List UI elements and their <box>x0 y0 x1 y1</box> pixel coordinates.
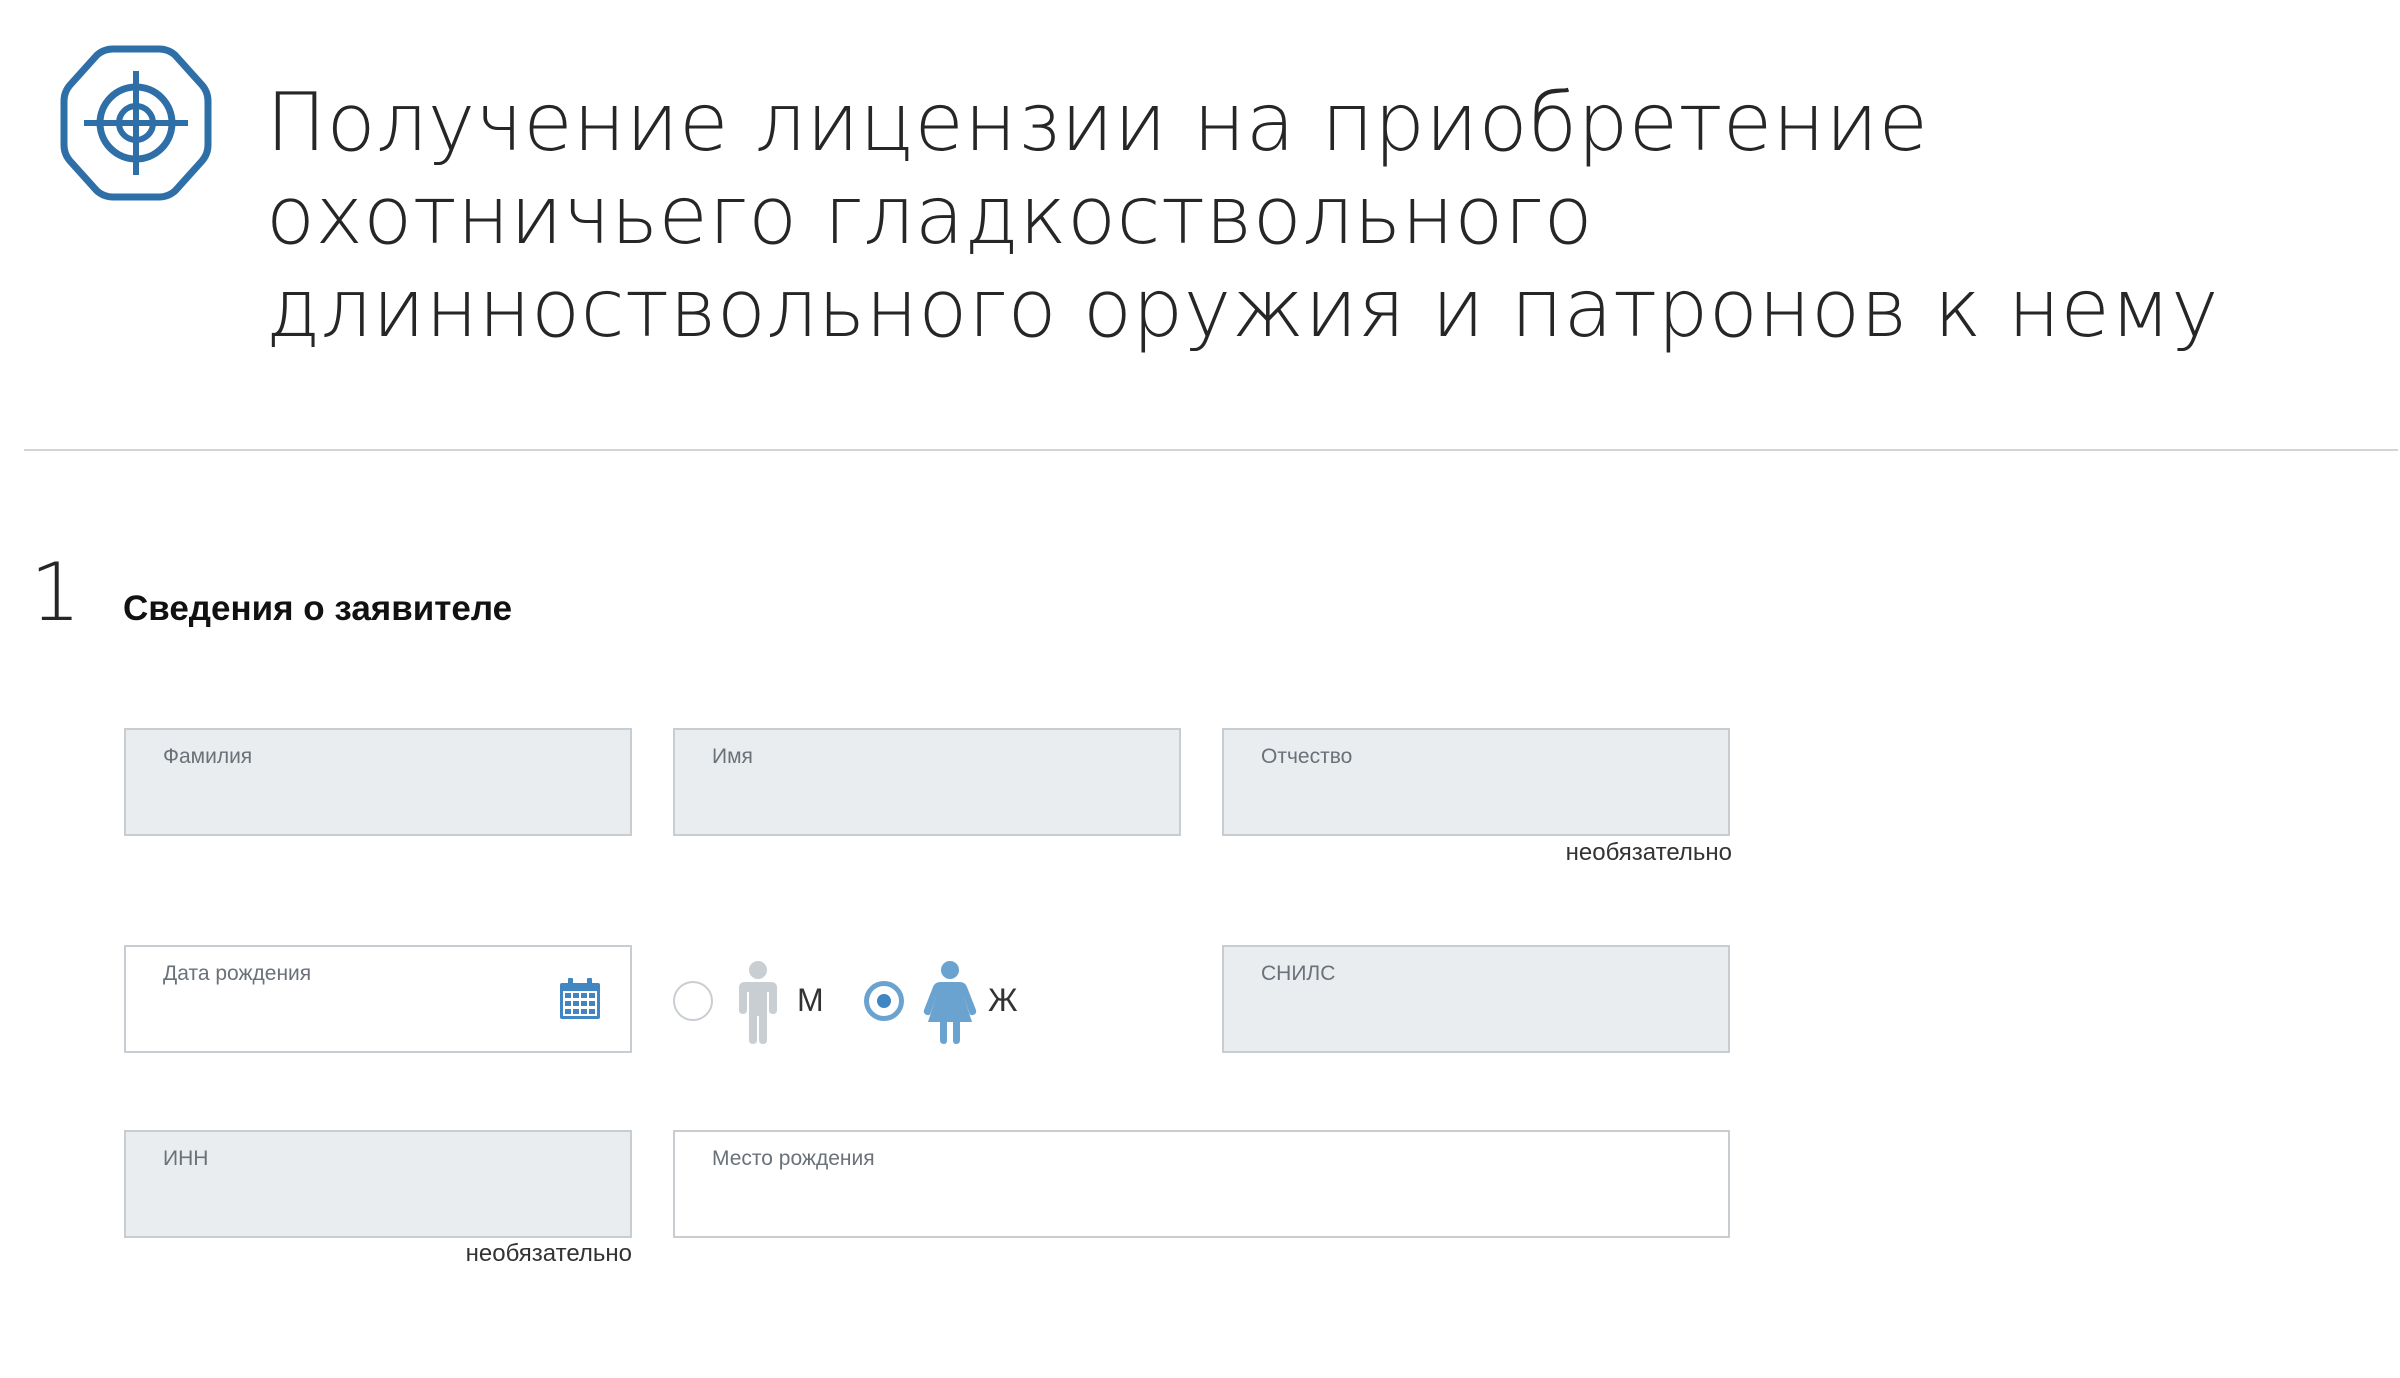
gender-male-label[interactable]: М <box>797 980 824 1020</box>
birth-date-label: Дата рождения <box>163 962 312 985</box>
male-person-icon <box>739 961 777 1044</box>
birth-place-label: Место рождения <box>712 1147 875 1170</box>
first-name-field[interactable]: Имя <box>673 728 1181 836</box>
gender-female-radio[interactable] <box>864 981 904 1021</box>
inn-input[interactable] <box>163 1180 550 1220</box>
middle-name-label: Отчество <box>1261 745 1353 768</box>
first-name-input[interactable] <box>712 778 1099 818</box>
birth-date-input[interactable] <box>163 995 550 1035</box>
first-name-label: Имя <box>712 745 753 768</box>
step-number: 1 <box>30 546 81 639</box>
birth-place-input[interactable] <box>712 1180 1648 1220</box>
gender-male-radio[interactable] <box>673 981 713 1021</box>
snils-label: СНИЛС <box>1261 962 1336 985</box>
page-title: Получение лицензии на приобретение охотн… <box>266 76 2219 355</box>
middle-name-input[interactable] <box>1261 778 1648 818</box>
calendar-icon[interactable] <box>558 977 602 1021</box>
inn-field[interactable]: ИНН <box>124 1130 632 1238</box>
snils-field[interactable]: СНИЛС <box>1222 945 1730 1053</box>
gender-female-label[interactable]: Ж <box>988 980 1018 1020</box>
crosshair-icon <box>60 45 212 201</box>
female-person-icon <box>923 961 977 1044</box>
header-divider <box>24 449 2398 451</box>
last-name-field[interactable]: Фамилия <box>124 728 632 836</box>
middle-name-field[interactable]: Отчество <box>1222 728 1730 836</box>
inn-optional-note: необязательно <box>465 1240 632 1267</box>
birth-date-field[interactable]: Дата рождения <box>124 945 632 1053</box>
snils-input[interactable] <box>1261 995 1648 1035</box>
last-name-label: Фамилия <box>163 745 253 768</box>
middle-name-optional-note: необязательно <box>1565 839 1732 866</box>
step-title: Сведения о заявителе <box>123 589 513 628</box>
inn-label: ИНН <box>163 1147 209 1170</box>
last-name-input[interactable] <box>163 778 550 818</box>
birth-place-field[interactable]: Место рождения <box>673 1130 1730 1238</box>
